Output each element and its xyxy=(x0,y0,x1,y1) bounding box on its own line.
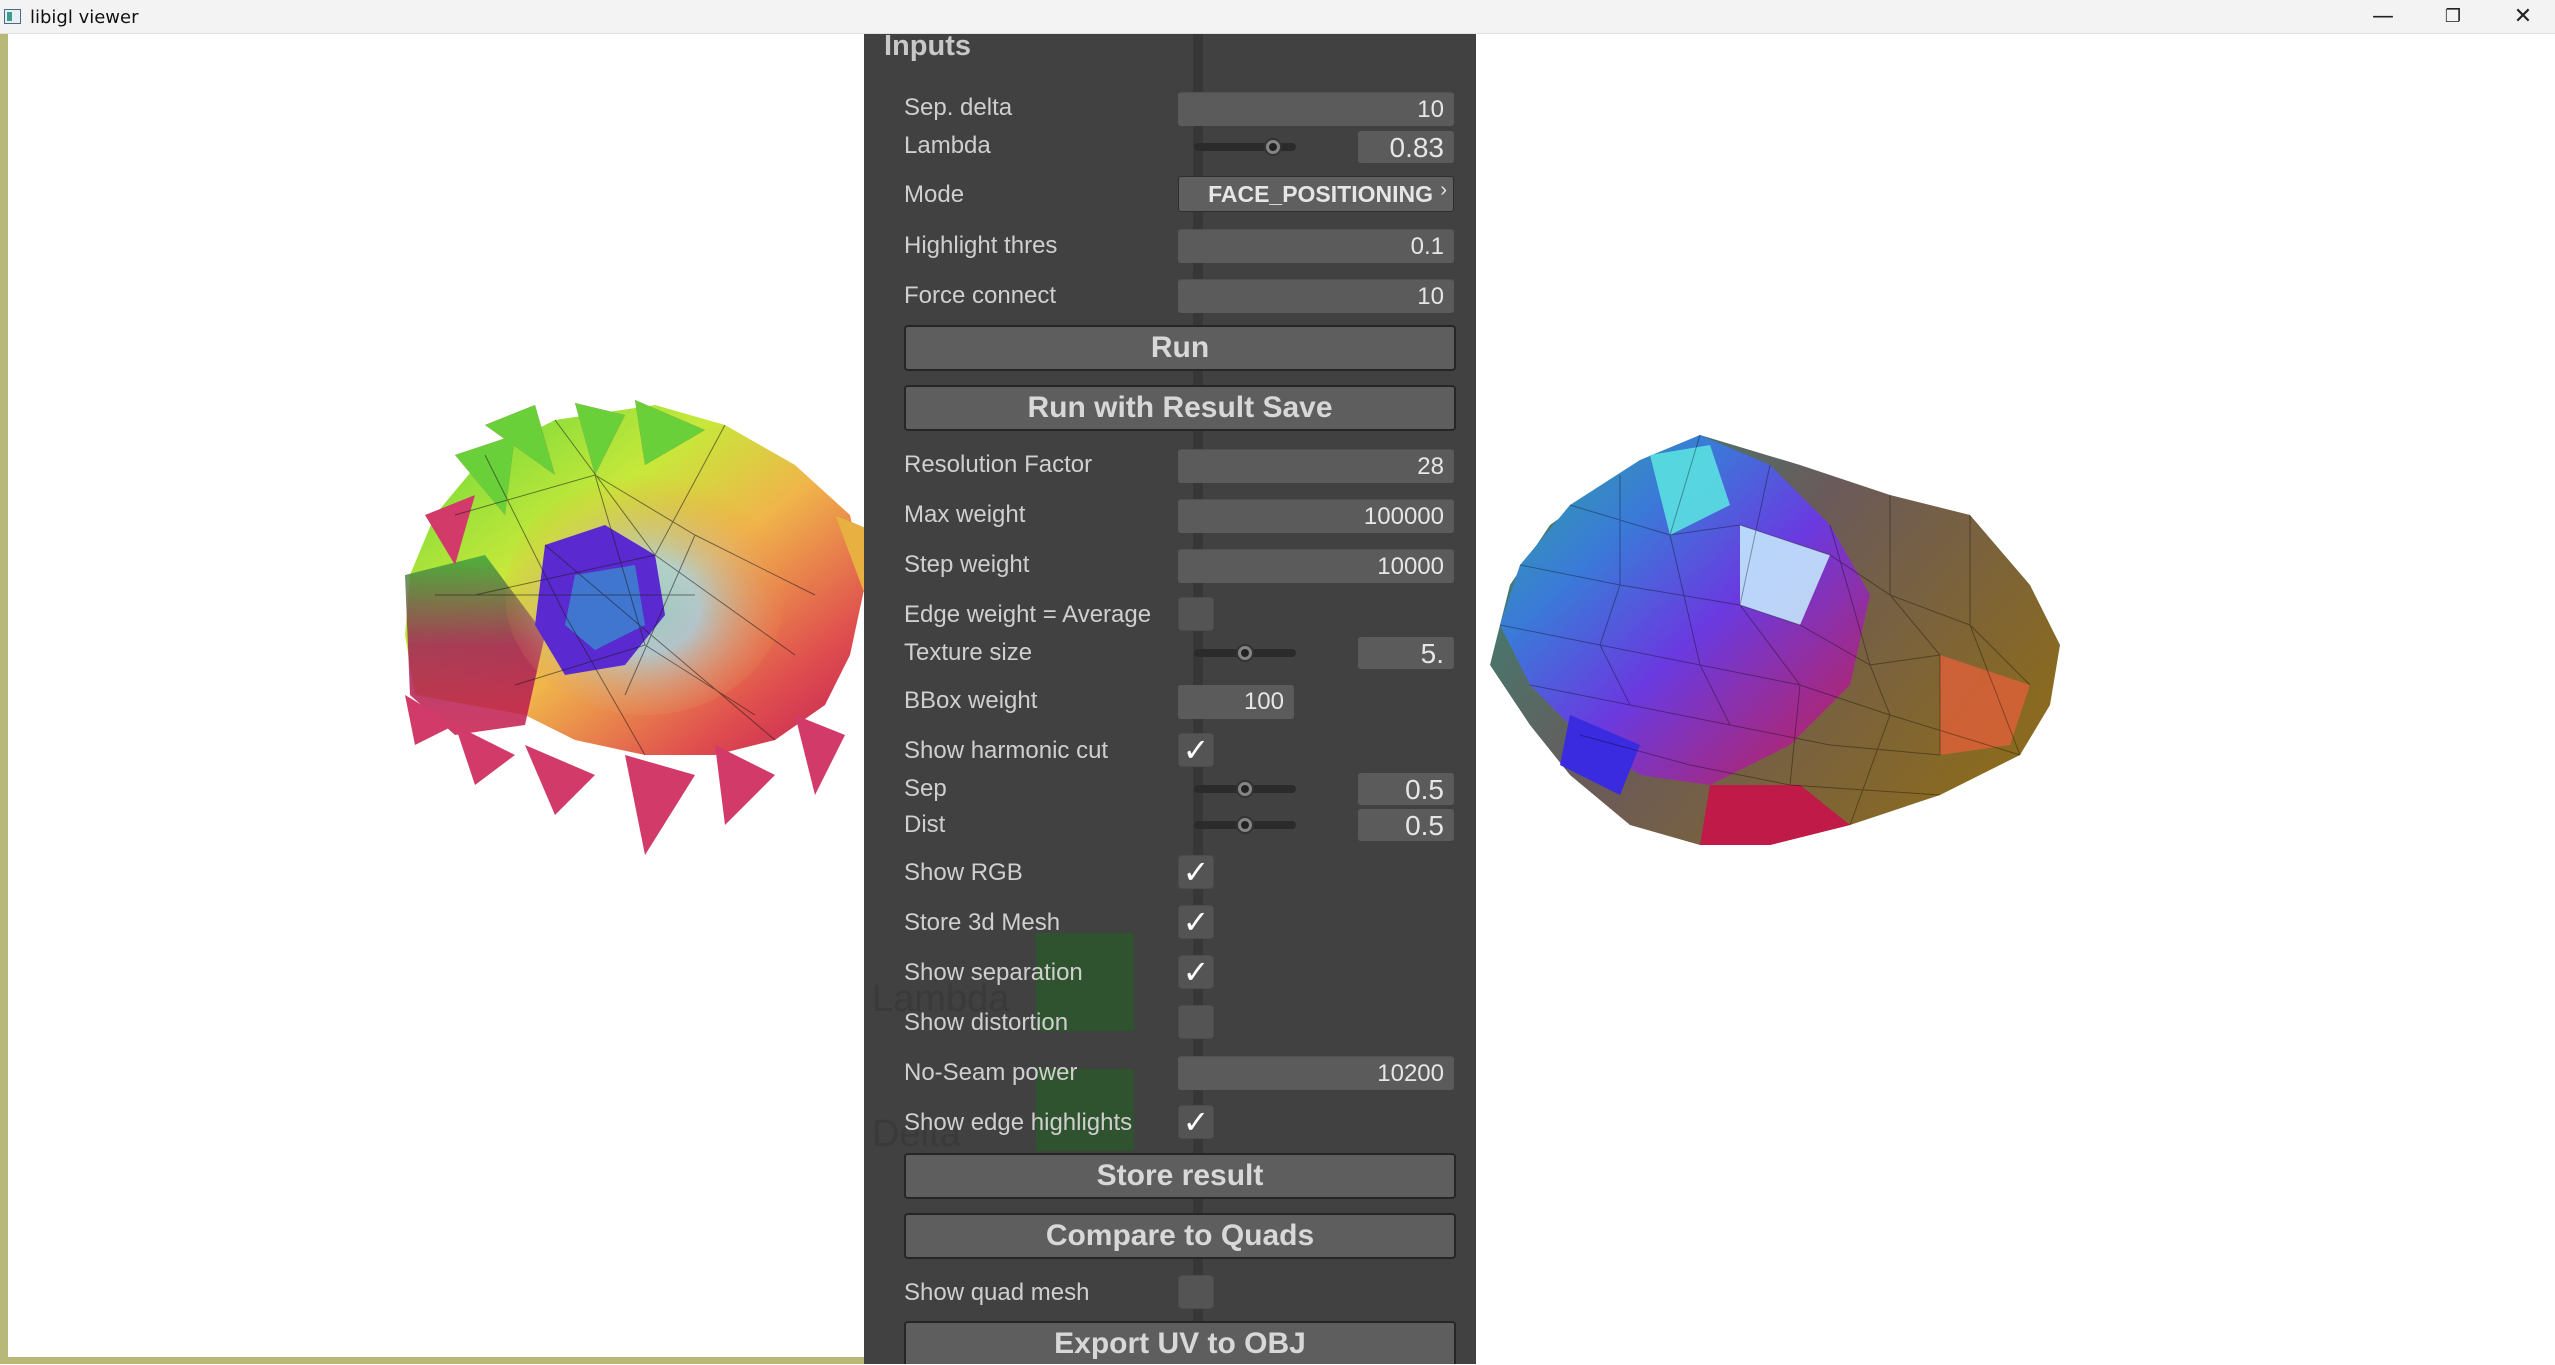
window-title: libigl viewer xyxy=(30,7,139,28)
texture-size-value-box[interactable]: 5. xyxy=(1358,637,1454,669)
show-separation-label: Show separation xyxy=(904,959,1083,986)
step-weight-label: Step weight xyxy=(904,551,1030,578)
compare-to-quads-button[interactable]: Compare to Quads xyxy=(904,1213,1456,1259)
force-connect-label: Force connect xyxy=(904,282,1057,309)
viewport-bottom-border xyxy=(0,1357,880,1364)
show-quad-mesh-label: Show quad mesh xyxy=(904,1279,1090,1306)
show-edge-highlights-checkbox[interactable]: ✓ xyxy=(1178,1105,1214,1139)
show-quad-mesh-checkbox[interactable] xyxy=(1178,1275,1214,1309)
run-with-result-save-button[interactable]: Run with Result Save xyxy=(904,385,1456,431)
run-button[interactable]: Run xyxy=(904,325,1456,371)
lambda-label: Lambda xyxy=(904,132,991,159)
show-rgb-checkbox[interactable]: ✓ xyxy=(1178,855,1214,889)
show-edge-highlights-label: Show edge highlights xyxy=(904,1109,1133,1136)
show-harmonic-cut-label: Show harmonic cut xyxy=(904,737,1109,764)
no-seam-power-input[interactable]: 10200 xyxy=(1178,1056,1454,1090)
dist-value-box[interactable]: 0.5 xyxy=(1358,809,1454,841)
texture-size-label: Texture size xyxy=(904,639,1033,666)
panel-title: Inputs xyxy=(884,30,971,62)
max-weight-label: Max weight xyxy=(904,501,1026,528)
mode-label: Mode xyxy=(904,181,965,208)
sep-delta-label: Sep. delta xyxy=(904,94,1013,121)
3d-mesh-model[interactable] xyxy=(1470,425,2130,965)
lambda-slider-handle[interactable] xyxy=(1263,138,1282,156)
dist-label: Dist xyxy=(904,811,946,838)
chevron-right-icon: › xyxy=(1440,179,1447,201)
sep-delta-input[interactable]: 10 xyxy=(1178,92,1454,126)
show-distortion-label: Show distortion xyxy=(904,1009,1069,1036)
highlight-thres-input[interactable]: 0.1 xyxy=(1178,229,1454,263)
sep-value-box[interactable]: 0.5 xyxy=(1358,773,1454,805)
sep-slider-handle[interactable] xyxy=(1236,780,1254,798)
sep-label: Sep xyxy=(904,775,947,802)
store-3d-mesh-checkbox[interactable]: ✓ xyxy=(1178,905,1214,939)
close-button[interactable]: ✕ xyxy=(2488,0,2555,34)
bbox-weight-input[interactable]: 100 xyxy=(1178,685,1294,719)
highlight-thres-label: Highlight thres xyxy=(904,232,1058,259)
export-uv-to-obj-button[interactable]: Export UV to OBJ xyxy=(904,1321,1456,1364)
store-result-button[interactable]: Store result xyxy=(904,1153,1456,1199)
mode-dropdown[interactable]: FACE_POSITIONING › xyxy=(1178,176,1454,212)
edge-weight-average-label: Edge weight = Average xyxy=(904,601,1152,628)
resolution-factor-label: Resolution Factor xyxy=(904,451,1093,478)
show-rgb-label: Show RGB xyxy=(904,859,1023,886)
bbox-weight-label: BBox weight xyxy=(904,687,1038,714)
max-weight-input[interactable]: 100000 xyxy=(1178,499,1454,533)
no-seam-power-label: No-Seam power xyxy=(904,1059,1078,1086)
app-icon xyxy=(4,9,21,24)
show-harmonic-cut-checkbox[interactable]: ✓ xyxy=(1178,733,1214,767)
store-3d-mesh-label: Store 3d Mesh xyxy=(904,909,1061,936)
restore-button[interactable]: ❐ xyxy=(2418,0,2488,34)
force-connect-input[interactable]: 10 xyxy=(1178,279,1454,313)
uv-parameterization-mesh[interactable] xyxy=(395,395,915,895)
edge-weight-average-checkbox[interactable] xyxy=(1178,597,1214,631)
dist-slider-handle[interactable] xyxy=(1236,816,1254,834)
lambda-value-box[interactable]: 0.83 xyxy=(1358,131,1454,163)
show-distortion-checkbox[interactable] xyxy=(1178,1005,1214,1039)
window-titlebar: libigl viewer — ❐ ✕ xyxy=(0,0,2555,34)
viewport-left-border xyxy=(0,34,8,1364)
texture-size-slider-handle[interactable] xyxy=(1236,644,1254,662)
step-weight-input[interactable]: 10000 xyxy=(1178,549,1454,583)
minimize-button[interactable]: — xyxy=(2348,0,2418,34)
resolution-factor-input[interactable]: 28 xyxy=(1178,449,1454,483)
show-separation-checkbox[interactable]: ✓ xyxy=(1178,955,1214,989)
mode-dropdown-value: FACE_POSITIONING xyxy=(1208,181,1433,207)
